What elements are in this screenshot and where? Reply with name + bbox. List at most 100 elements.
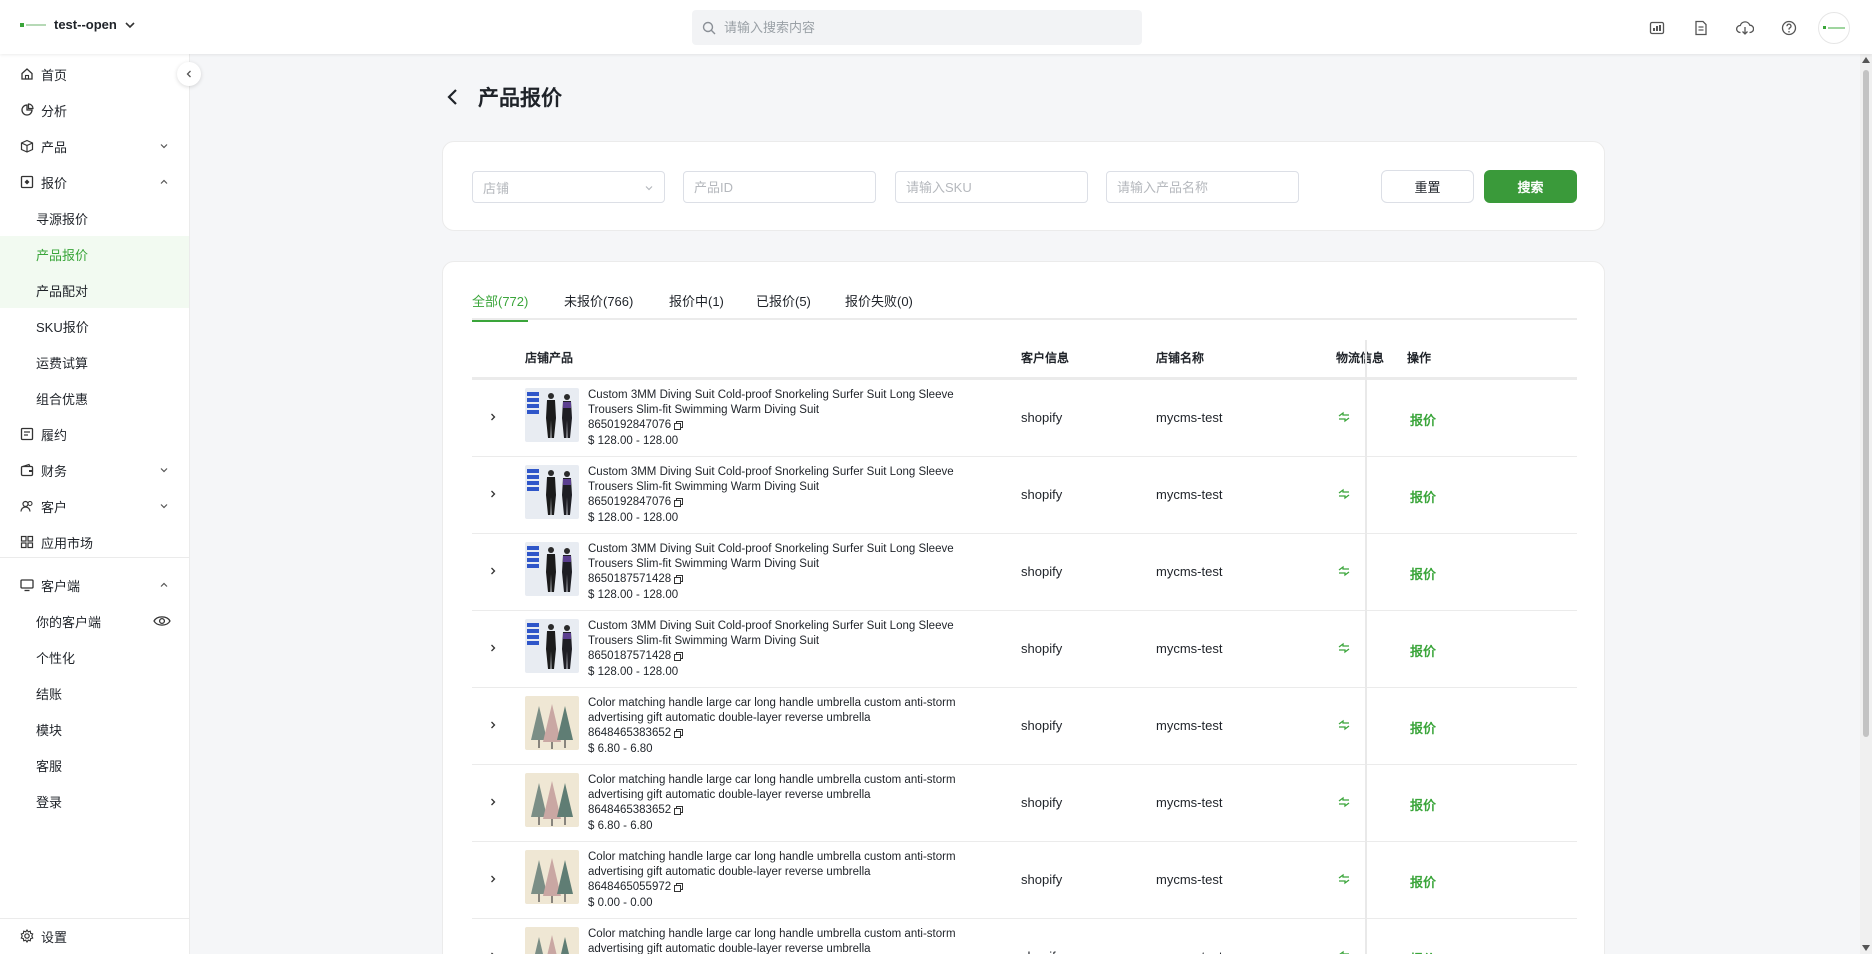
search-icon: [702, 21, 716, 34]
product-id-input[interactable]: [683, 171, 876, 203]
sidebar-item-fulfillment[interactable]: 履约: [0, 416, 189, 452]
table-row[interactable]: Custom 3MM Diving Suit Cold-proof Snorke…: [472, 457, 1577, 534]
logistics-link-icon[interactable]: [1337, 487, 1351, 501]
quote-action-link[interactable]: 报价: [1410, 487, 1436, 506]
product-thumbnail: [525, 619, 579, 673]
sidebar-item-client[interactable]: 客户端: [0, 567, 189, 603]
sidebar-item-your-client[interactable]: 你的客户端: [0, 603, 189, 639]
sidebar-item-label: 财务: [41, 463, 68, 479]
logistics-link-icon[interactable]: [1337, 410, 1351, 424]
sidebar-item-settings[interactable]: 设置: [0, 918, 189, 954]
copy-icon[interactable]: [674, 651, 684, 661]
report-icon[interactable]: [1642, 13, 1672, 43]
monitor-icon: [20, 578, 34, 592]
reset-button[interactable]: 重置: [1381, 170, 1474, 203]
filter-panel: 店铺 重置 搜索: [442, 141, 1605, 231]
copy-icon[interactable]: [674, 728, 684, 738]
logistics-link-icon[interactable]: [1337, 795, 1351, 809]
chevron-right-icon[interactable]: [488, 643, 498, 653]
quote-action-link[interactable]: 报价: [1410, 641, 1436, 660]
product-id: 8648465383652: [588, 727, 684, 739]
sidebar-item-personalize[interactable]: 个性化: [0, 639, 189, 675]
sidebar-item-sourcing-quote[interactable]: 寻源报价: [0, 200, 189, 236]
sidebar-collapse-button[interactable]: [177, 62, 201, 86]
chevron-right-icon[interactable]: [488, 566, 498, 576]
cloud-download-icon[interactable]: [1730, 13, 1760, 43]
document-icon[interactable]: [1686, 13, 1716, 43]
quote-action-link[interactable]: 报价: [1410, 872, 1436, 891]
table-row[interactable]: Custom 3MM Diving Suit Cold-proof Snorke…: [472, 380, 1577, 457]
copy-icon[interactable]: [674, 420, 684, 430]
column-actions: 操作: [1407, 351, 1432, 365]
quote-action-link[interactable]: 报价: [1410, 564, 1436, 583]
tab-unquoted[interactable]: 未报价(766): [564, 294, 633, 320]
tab-all[interactable]: 全部(772): [472, 294, 529, 322]
product-name-input[interactable]: [1106, 171, 1299, 203]
customer-info: shopify: [1021, 641, 1063, 656]
tab-failed[interactable]: 报价失败(0): [845, 294, 913, 320]
table-row[interactable]: Color matching handle large car long han…: [472, 765, 1577, 842]
scrollbar-thumb[interactable]: [1863, 70, 1869, 737]
sidebar-item-support[interactable]: 客服: [0, 747, 189, 783]
logistics-link-icon[interactable]: [1337, 718, 1351, 732]
chevron-right-icon[interactable]: [488, 489, 498, 499]
search-input[interactable]: [724, 20, 1124, 35]
column-customer-info: 客户信息: [1021, 351, 1070, 365]
sidebar-item-analytics[interactable]: 分析: [0, 92, 189, 128]
logistics-link-icon[interactable]: [1337, 872, 1351, 886]
sidebar-item-shipping-estimate[interactable]: 运费试算: [0, 344, 189, 380]
eye-icon[interactable]: [153, 614, 171, 628]
sidebar-item-home[interactable]: 首页: [0, 56, 189, 92]
table-row[interactable]: Color matching handle large car long han…: [472, 842, 1577, 919]
sidebar-item-product-quote[interactable]: 产品报价: [0, 236, 189, 272]
sidebar-item-quotes[interactable]: 报价: [0, 164, 189, 200]
sidebar-item-finance[interactable]: 财务: [0, 452, 189, 488]
sidebar-item-modules[interactable]: 模块: [0, 711, 189, 747]
table-row[interactable]: Color matching handle large car long han…: [472, 688, 1577, 765]
copy-icon[interactable]: [674, 882, 684, 892]
sidebar-item-login[interactable]: 登录: [0, 783, 189, 819]
product-thumbnail: [525, 696, 579, 750]
copy-icon[interactable]: [674, 574, 684, 584]
sidebar-item-products[interactable]: 产品: [0, 128, 189, 164]
store-switcher[interactable]: test--open: [20, 17, 135, 32]
tab-quoted[interactable]: 已报价(5): [756, 294, 811, 320]
help-icon[interactable]: [1774, 13, 1804, 43]
sku-input[interactable]: [895, 171, 1088, 203]
product-id: 8648465055972: [588, 881, 684, 893]
table-row[interactable]: Custom 3MM Diving Suit Cold-proof Snorke…: [472, 534, 1577, 611]
quote-action-link[interactable]: 报价: [1410, 795, 1436, 814]
copy-icon[interactable]: [674, 497, 684, 507]
product-name: Custom 3MM Diving Suit Cold-proof Snorke…: [588, 389, 954, 416]
table-row[interactable]: Custom 3MM Diving Suit Cold-proof Snorke…: [472, 611, 1577, 688]
chevron-right-icon[interactable]: [488, 720, 498, 730]
store-select[interactable]: 店铺: [472, 171, 665, 203]
quote-action-link[interactable]: 报价: [1410, 410, 1436, 429]
sidebar-item-bundle-discount[interactable]: 组合优惠: [0, 380, 189, 416]
sidebar-item-product-pairing[interactable]: 产品配对: [0, 272, 189, 308]
chevron-right-icon[interactable]: [488, 797, 498, 807]
back-arrow-icon[interactable]: [446, 88, 460, 106]
sidebar-item-checkout[interactable]: 结账: [0, 675, 189, 711]
logistics-link-icon[interactable]: [1337, 949, 1351, 954]
scroll-down-arrow-icon[interactable]: [1862, 945, 1870, 951]
table-row[interactable]: Color matching handle large car long han…: [472, 919, 1577, 954]
scroll-up-arrow-icon[interactable]: [1862, 57, 1870, 63]
fulfillment-icon: [20, 427, 34, 441]
avatar[interactable]: [1818, 12, 1850, 44]
search-button[interactable]: 搜索: [1484, 170, 1577, 203]
chevron-right-icon[interactable]: [488, 412, 498, 422]
quote-action-link[interactable]: 报价: [1410, 949, 1436, 954]
sidebar-item-app-market[interactable]: 应用市场: [0, 524, 189, 560]
copy-icon[interactable]: [674, 805, 684, 815]
sidebar-item-customers[interactable]: 客户: [0, 488, 189, 524]
sidebar-item-sku-quote[interactable]: SKU报价: [0, 308, 189, 344]
chevron-right-icon[interactable]: [488, 874, 498, 884]
logistics-link-icon[interactable]: [1337, 641, 1351, 655]
avatar-logo-icon: [1823, 26, 1845, 29]
logistics-link-icon[interactable]: [1337, 564, 1351, 578]
page-scrollbar[interactable]: [1860, 54, 1872, 954]
tab-quoting[interactable]: 报价中(1): [669, 294, 724, 320]
quote-action-link[interactable]: 报价: [1410, 718, 1436, 737]
page-header: 产品报价: [446, 82, 562, 112]
